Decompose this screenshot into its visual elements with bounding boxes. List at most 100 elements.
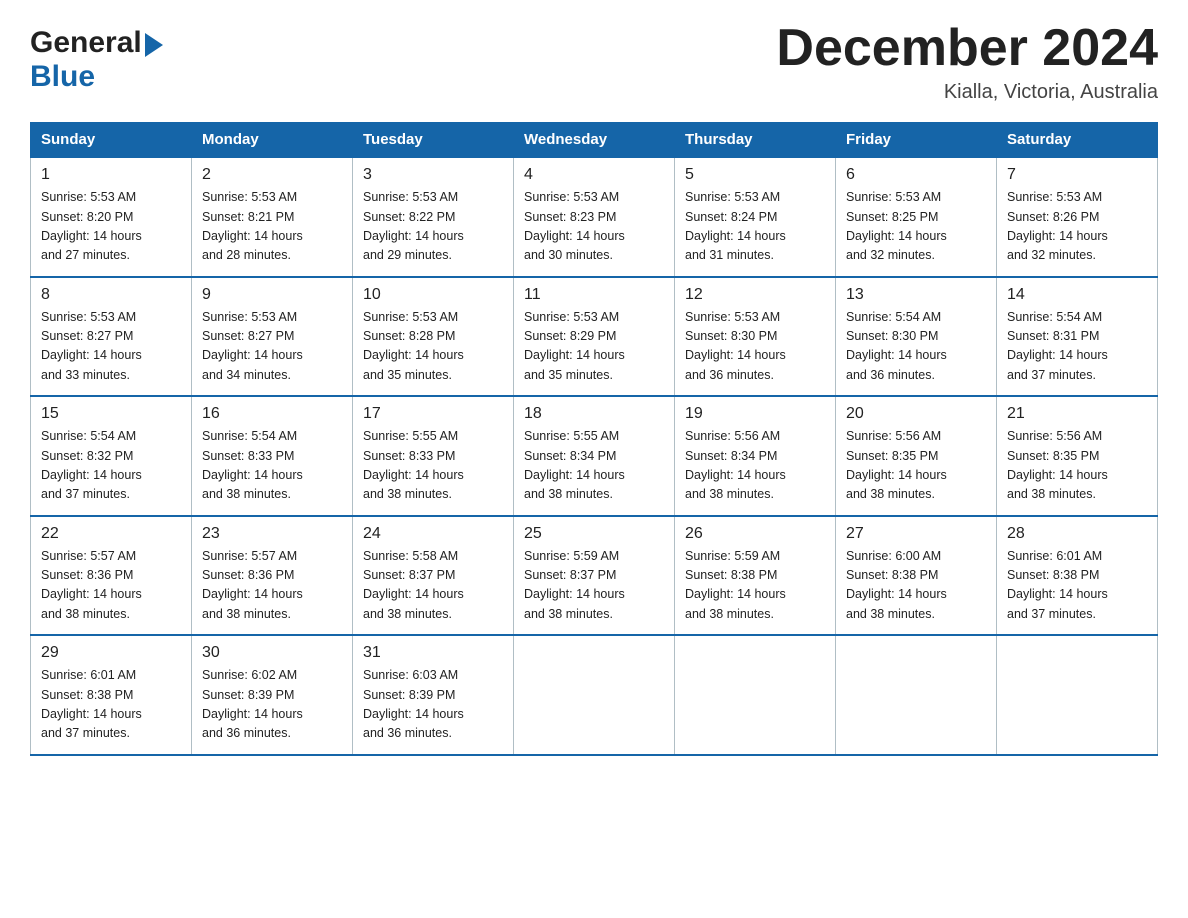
day-number: 19 (685, 405, 825, 423)
day-info: Sunrise: 5:55 AMSunset: 8:33 PMDaylight:… (363, 427, 503, 505)
day-info: Sunrise: 5:56 AMSunset: 8:35 PMDaylight:… (1007, 427, 1147, 505)
day-number: 23 (202, 525, 342, 543)
table-row: 10 Sunrise: 5:53 AMSunset: 8:28 PMDayligh… (353, 277, 514, 397)
header-tuesday: Tuesday (353, 123, 514, 158)
logo-triangle-icon (145, 33, 163, 57)
day-info: Sunrise: 5:53 AMSunset: 8:29 PMDaylight:… (524, 308, 664, 386)
calendar-week-row: 8 Sunrise: 5:53 AMSunset: 8:27 PMDaylight… (31, 277, 1158, 397)
day-info: Sunrise: 5:53 AMSunset: 8:27 PMDaylight:… (202, 308, 342, 386)
table-row: 9 Sunrise: 5:53 AMSunset: 8:27 PMDaylight… (192, 277, 353, 397)
table-row: 12Sunrise: 5:53 AMSunset: 8:30 PMDayligh… (675, 277, 836, 397)
table-row: 28Sunrise: 6:01 AMSunset: 8:38 PMDayligh… (997, 516, 1158, 636)
table-row (836, 635, 997, 755)
day-number: 2 (202, 166, 342, 184)
day-number: 17 (363, 405, 503, 423)
table-row: 16Sunrise: 5:54 AMSunset: 8:33 PMDayligh… (192, 396, 353, 516)
table-row: 17 Sunrise: 5:55 AMSunset: 8:33 PMDayligh… (353, 396, 514, 516)
table-row: 22Sunrise: 5:57 AMSunset: 8:36 PMDayligh… (31, 516, 192, 636)
table-row: 31 Sunrise: 6:03 AMSunset: 8:39 PMDayligh… (353, 635, 514, 755)
table-row (514, 635, 675, 755)
table-row: 25 Sunrise: 5:59 AMSunset: 8:37 PMDayligh… (514, 516, 675, 636)
day-number: 7 (1007, 166, 1147, 184)
day-info: Sunrise: 5:57 AMSunset: 8:36 PMDaylight:… (202, 547, 342, 625)
day-number: 22 (41, 525, 181, 543)
table-row (675, 635, 836, 755)
day-number: 13 (846, 286, 986, 304)
day-info: Sunrise: 5:53 AMSunset: 8:24 PMDaylight:… (685, 188, 825, 266)
header-monday: Monday (192, 123, 353, 158)
day-info: Sunrise: 6:01 AMSunset: 8:38 PMDaylight:… (41, 666, 181, 744)
calendar-title: December 2024 (776, 20, 1158, 77)
day-info: Sunrise: 5:53 AMSunset: 8:25 PMDaylight:… (846, 188, 986, 266)
day-info: Sunrise: 5:53 AMSunset: 8:23 PMDaylight:… (524, 188, 664, 266)
table-row: 8 Sunrise: 5:53 AMSunset: 8:27 PMDaylight… (31, 277, 192, 397)
day-number: 24 (363, 525, 503, 543)
day-info: Sunrise: 5:54 AMSunset: 8:32 PMDaylight:… (41, 427, 181, 505)
day-info: Sunrise: 6:00 AMSunset: 8:38 PMDaylight:… (846, 547, 986, 625)
calendar-week-row: 22 Sunrise: 5:57 AMSunset: 8:36 PMDayligh… (31, 516, 1158, 636)
table-row: 30 Sunrise: 6:02 AMSunset: 8:39 PMDayligh… (192, 635, 353, 755)
day-number: 15 (41, 405, 181, 423)
day-info: Sunrise: 6:02 AMSunset: 8:39 PMDaylight:… (202, 666, 342, 744)
day-info: Sunrise: 5:53 AMSunset: 8:21 PMDaylight:… (202, 188, 342, 266)
day-info: Sunrise: 5:53 AMSunset: 8:22 PMDaylight:… (363, 188, 503, 266)
day-info: Sunrise: 5:56 AMSunset: 8:35 PMDaylight:… (846, 427, 986, 505)
table-row: 13 Sunrise: 5:54 AMSunset: 8:30 PMDayligh… (836, 277, 997, 397)
day-number: 21 (1007, 405, 1147, 423)
table-row: 1Sunrise: 5:53 AMSunset: 8:20 PMDaylight… (31, 157, 192, 277)
table-row: 18 Sunrise: 5:55 AMSunset: 8:34 PMDayligh… (514, 396, 675, 516)
day-number: 31 (363, 644, 503, 662)
day-number: 11 (524, 286, 664, 304)
header-saturday: Saturday (997, 123, 1158, 158)
day-number: 25 (524, 525, 664, 543)
table-row: 23 Sunrise: 5:57 AMSunset: 8:36 PMDayligh… (192, 516, 353, 636)
table-row: 11 Sunrise: 5:53 AMSunset: 8:29 PMDayligh… (514, 277, 675, 397)
table-row: 14 Sunrise: 5:54 AMSunset: 8:31 PMDayligh… (997, 277, 1158, 397)
table-row: 6 Sunrise: 5:53 AMSunset: 8:25 PMDaylight… (836, 157, 997, 277)
day-number: 9 (202, 286, 342, 304)
day-number: 26 (685, 525, 825, 543)
day-number: 8 (41, 286, 181, 304)
table-row: 3Sunrise: 5:53 AMSunset: 8:22 PMDaylight… (353, 157, 514, 277)
day-info: Sunrise: 5:53 AMSunset: 8:28 PMDaylight:… (363, 308, 503, 386)
table-row: 4 Sunrise: 5:53 AMSunset: 8:23 PMDaylight… (514, 157, 675, 277)
day-info: Sunrise: 5:54 AMSunset: 8:30 PMDaylight:… (846, 308, 986, 386)
title-block: December 2024 Kialla, Victoria, Australi… (776, 20, 1158, 104)
day-number: 1 (41, 166, 181, 184)
day-number: 14 (1007, 286, 1147, 304)
day-number: 16 (202, 405, 342, 423)
calendar-header-row: Sunday Monday Tuesday Wednesday Thursday… (31, 123, 1158, 158)
logo: General Blue (30, 28, 163, 94)
header-sunday: Sunday (31, 123, 192, 158)
calendar-week-row: 1Sunrise: 5:53 AMSunset: 8:20 PMDaylight… (31, 157, 1158, 277)
day-info: Sunrise: 5:53 AMSunset: 8:26 PMDaylight:… (1007, 188, 1147, 266)
table-row: 29Sunrise: 6:01 AMSunset: 8:38 PMDayligh… (31, 635, 192, 755)
table-row: 24 Sunrise: 5:58 AMSunset: 8:37 PMDayligh… (353, 516, 514, 636)
day-info: Sunrise: 6:03 AMSunset: 8:39 PMDaylight:… (363, 666, 503, 744)
day-info: Sunrise: 5:54 AMSunset: 8:31 PMDaylight:… (1007, 308, 1147, 386)
day-number: 10 (363, 286, 503, 304)
table-row: 26 Sunrise: 5:59 AMSunset: 8:38 PMDayligh… (675, 516, 836, 636)
day-info: Sunrise: 5:58 AMSunset: 8:37 PMDaylight:… (363, 547, 503, 625)
calendar-week-row: 15 Sunrise: 5:54 AMSunset: 8:32 PMDayligh… (31, 396, 1158, 516)
day-number: 18 (524, 405, 664, 423)
calendar-table: Sunday Monday Tuesday Wednesday Thursday… (30, 122, 1158, 756)
day-number: 30 (202, 644, 342, 662)
table-row: 21 Sunrise: 5:56 AMSunset: 8:35 PMDayligh… (997, 396, 1158, 516)
table-row: 19Sunrise: 5:56 AMSunset: 8:34 PMDayligh… (675, 396, 836, 516)
logo-blue-text: Blue (30, 60, 163, 94)
day-info: Sunrise: 5:55 AMSunset: 8:34 PMDaylight:… (524, 427, 664, 505)
day-number: 20 (846, 405, 986, 423)
day-number: 12 (685, 286, 825, 304)
calendar-location: Kialla, Victoria, Australia (776, 81, 1158, 104)
day-info: Sunrise: 5:59 AMSunset: 8:38 PMDaylight:… (685, 547, 825, 625)
day-number: 6 (846, 166, 986, 184)
day-number: 5 (685, 166, 825, 184)
day-number: 4 (524, 166, 664, 184)
table-row: 20 Sunrise: 5:56 AMSunset: 8:35 PMDayligh… (836, 396, 997, 516)
table-row: 2 Sunrise: 5:53 AMSunset: 8:21 PMDaylight… (192, 157, 353, 277)
day-info: Sunrise: 6:01 AMSunset: 8:38 PMDaylight:… (1007, 547, 1147, 625)
logo-general-text: General (30, 28, 142, 58)
day-info: Sunrise: 5:53 AMSunset: 8:27 PMDaylight:… (41, 308, 181, 386)
day-info: Sunrise: 5:59 AMSunset: 8:37 PMDaylight:… (524, 547, 664, 625)
